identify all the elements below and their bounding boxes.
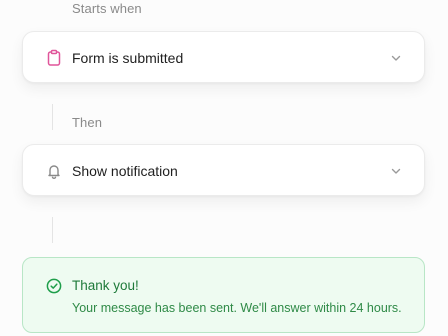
workflow-canvas: Starts when Form is submitted Then Show …: [0, 0, 448, 336]
notification-title: Thank you!: [72, 278, 139, 293]
then-label: Then: [72, 115, 103, 130]
trigger-card[interactable]: Form is submitted: [22, 31, 425, 83]
chevron-down-icon[interactable]: [389, 51, 403, 65]
notification-message: Your message has been sent. We'll answer…: [72, 301, 402, 315]
action-title: Show notification: [72, 163, 178, 179]
trigger-title: Form is submitted: [72, 50, 184, 66]
action-card[interactable]: Show notification: [22, 144, 425, 196]
clipboard-icon: [45, 49, 63, 67]
connector-line: [52, 104, 53, 130]
starts-when-label: Starts when: [72, 1, 142, 16]
bell-icon: [45, 162, 63, 180]
connector-line: [52, 217, 53, 243]
success-notification: Thank you! Your message has been sent. W…: [22, 257, 425, 333]
check-circle-icon: [46, 278, 62, 294]
chevron-down-icon[interactable]: [389, 164, 403, 178]
